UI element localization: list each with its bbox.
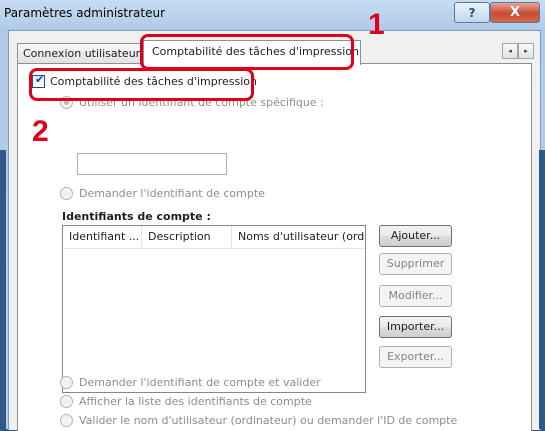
display-list-radio[interactable] — [60, 395, 73, 408]
modify-button[interactable]: Modifier... — [379, 285, 452, 307]
validate-user-option[interactable]: Valider le nom d'utilisateur (ordinateur… — [60, 414, 457, 427]
display-list-option[interactable]: Afficher la liste des identifiants de co… — [60, 395, 312, 408]
job-accounting-row[interactable]: ✔ Comptabilité des tâches d'impression — [32, 73, 257, 88]
step-number-1: 1 — [368, 8, 385, 41]
import-button[interactable]: Importer... — [379, 316, 452, 338]
prompt-validate-radio[interactable] — [60, 376, 73, 389]
dialog-window: Paramètres administrateur ? X Connexion … — [0, 0, 545, 431]
specific-id-input[interactable] — [77, 153, 227, 175]
account-id-list[interactable]: Identifiant ... Description Noms d'utili… — [62, 225, 366, 393]
specific-id-label: Utiliser un identifiant de compte spécif… — [79, 96, 324, 109]
column-header-usernames[interactable]: Noms d'utilisateur (ordi — [232, 226, 365, 248]
tab-user-login[interactable]: Connexion utilisateur — [17, 43, 149, 63]
checkmark-icon: ✔ — [35, 73, 45, 86]
tab-scroll-arrows: ◂ ▸ — [502, 43, 534, 59]
specific-id-option[interactable]: Utiliser un identifiant de compte spécif… — [60, 96, 324, 109]
list-header: Identifiant ... Description Noms d'utili… — [63, 226, 365, 249]
tab-scroll-right-icon[interactable]: ▸ — [518, 43, 534, 59]
column-header-description[interactable]: Description — [142, 226, 232, 248]
close-button[interactable]: X — [490, 2, 540, 23]
prompt-id-option[interactable]: Demander l'identifiant de compte — [60, 187, 265, 200]
ids-list-label: Identifiants de compte : — [62, 210, 211, 223]
prompt-id-radio[interactable] — [60, 187, 73, 200]
help-button[interactable]: ? — [454, 2, 490, 23]
prompt-id-label: Demander l'identifiant de compte — [79, 187, 265, 200]
prompt-validate-label: Demander l'identifiant de compte et vali… — [79, 376, 321, 389]
window-title: Paramètres administrateur — [4, 6, 166, 20]
tab-job-accounting[interactable]: Comptabilité des tâches d'impression — [143, 40, 361, 65]
delete-button[interactable]: Supprimer — [379, 253, 452, 275]
specific-id-radio[interactable] — [60, 96, 73, 109]
left-frame-edge — [0, 150, 6, 429]
job-accounting-checkbox[interactable]: ✔ — [32, 73, 45, 88]
tab-strip: Connexion utilisateur Comptabilité des t… — [9, 31, 540, 65]
display-list-label: Afficher la liste des identifiants de co… — [79, 395, 312, 408]
job-accounting-panel: ✔ Comptabilité des tâches d'impression U… — [17, 63, 532, 431]
job-accounting-label: Comptabilité des tâches d'impression — [50, 75, 257, 88]
validate-user-radio[interactable] — [60, 414, 73, 427]
tab-scroll-left-icon[interactable]: ◂ — [502, 43, 518, 59]
dialog-client-area: Connexion utilisateur Comptabilité des t… — [8, 30, 541, 431]
export-button[interactable]: Exporter... — [379, 346, 452, 368]
help-icon: ? — [468, 5, 476, 20]
step-number-2: 2 — [32, 115, 49, 148]
right-frame-edge — [539, 150, 545, 429]
add-button[interactable]: Ajouter... — [379, 225, 452, 247]
validate-user-label: Valider le nom d'utilisateur (ordinateur… — [79, 414, 458, 427]
column-header-id[interactable]: Identifiant ... — [63, 226, 142, 248]
title-bar[interactable]: Paramètres administrateur ? X — [0, 0, 545, 28]
prompt-validate-option[interactable]: Demander l'identifiant de compte et vali… — [60, 376, 321, 389]
close-icon: X — [509, 5, 521, 20]
